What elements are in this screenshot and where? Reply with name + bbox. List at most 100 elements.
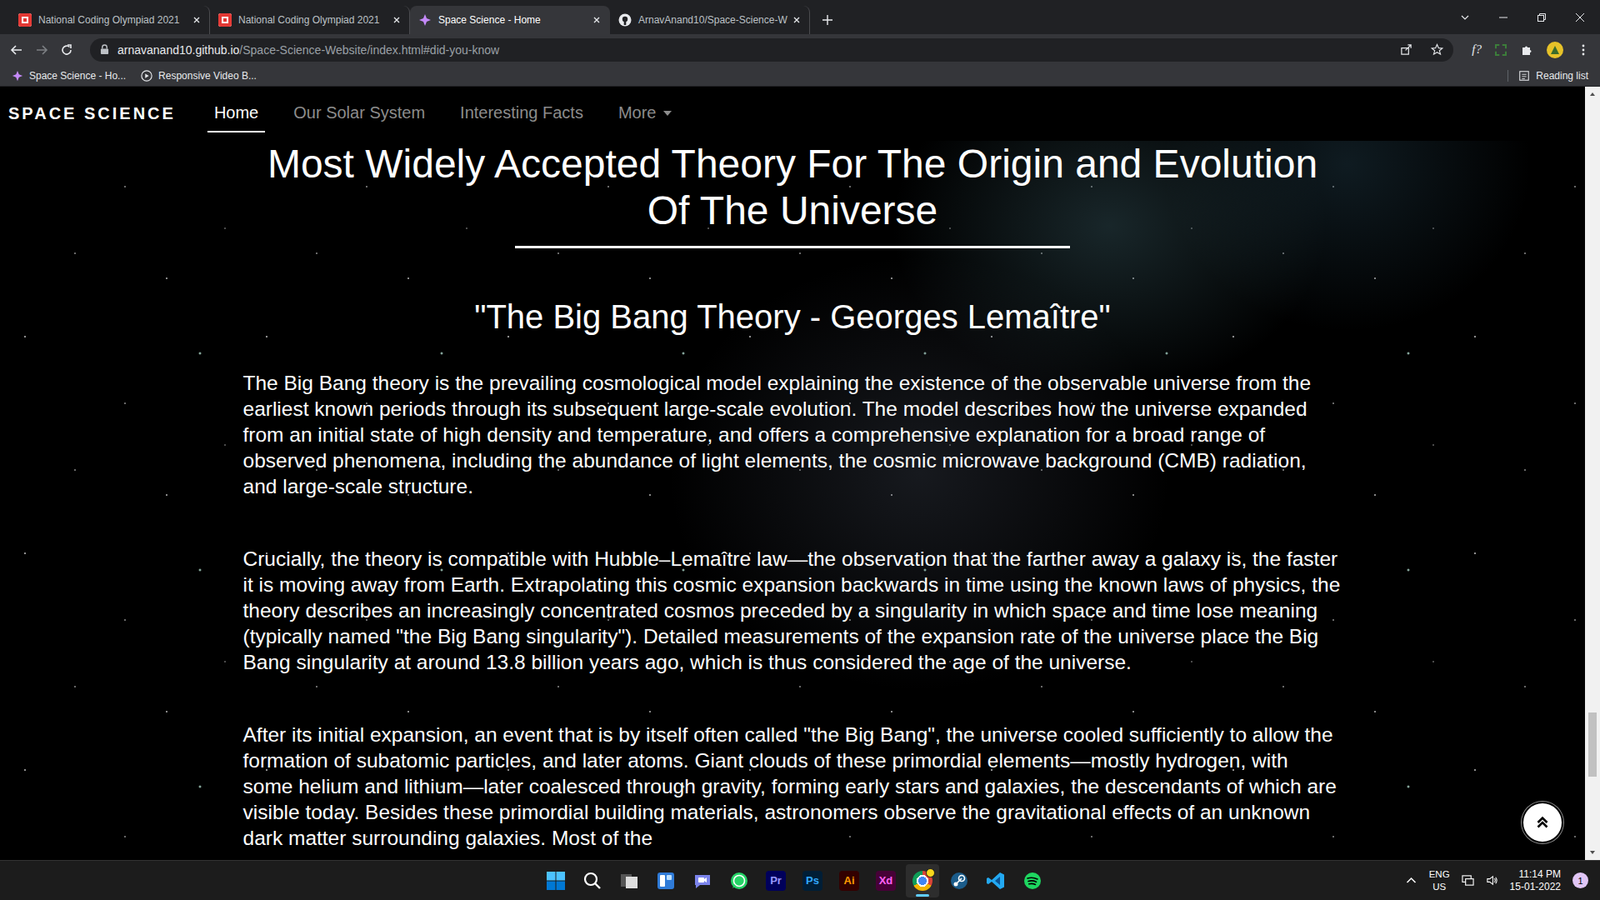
scroll-up-icon[interactable] [1588, 90, 1597, 99]
caret-icon [663, 110, 672, 116]
adobe-app-icon: Ps [802, 870, 823, 891]
close-icon[interactable] [592, 15, 601, 25]
adobe-app-icon: Pr [765, 870, 786, 891]
taskbar-app[interactable]: Xd [869, 864, 903, 898]
taskbar-app[interactable] [1015, 864, 1050, 898]
paragraph: Crucially, the theory is compatible with… [243, 545, 1343, 675]
taskbar-app[interactable] [649, 864, 683, 898]
scrollbar-thumb[interactable] [1588, 712, 1597, 777]
volume-icon[interactable] [1485, 874, 1499, 887]
puzzle-icon[interactable] [1520, 43, 1534, 57]
taskbar-app[interactable] [612, 864, 646, 898]
vscode-icon [985, 870, 1006, 891]
back-arrow-icon[interactable] [10, 43, 24, 57]
new-tab-icon[interactable] [821, 14, 834, 26]
tab-title: ArnavAnand10/Space-Science-W [638, 14, 786, 26]
theory-title: "The Big Bang Theory - Georges Lemaître" [474, 296, 1111, 337]
nav-link[interactable]: Home [207, 95, 265, 133]
close-window-icon[interactable] [1575, 12, 1585, 23]
scroll-to-top-button[interactable] [1521, 801, 1564, 844]
reading-list-label: Reading list [1535, 70, 1589, 82]
input-language[interactable]: ENGUS [1429, 868, 1450, 894]
chrome-icon [912, 870, 933, 891]
taskbar-app[interactable] [685, 864, 720, 898]
screen: National Coding Olympiad 2021 National Co… [0, 0, 1600, 900]
menu-dots-icon[interactable] [1576, 43, 1590, 57]
minimize-icon[interactable] [1498, 12, 1509, 23]
paragraph: After its initial expansion, an event th… [243, 721, 1343, 851]
scrollbar-track [1585, 101, 1600, 845]
tab-search-icon[interactable] [1460, 12, 1470, 23]
nav-link[interactable]: Our Solar System [286, 95, 432, 133]
steam-icon [949, 870, 970, 891]
network-icon[interactable] [1461, 874, 1475, 887]
taskbar-app[interactable]: Ps [795, 864, 830, 898]
taskbar-app[interactable] [942, 864, 976, 898]
forward-arrow-icon[interactable] [35, 43, 49, 57]
scroll-down-icon[interactable] [1588, 848, 1597, 857]
adobe-app-icon: Ai [839, 870, 860, 891]
tab-title: National Coding Olympiad 2021 [38, 14, 186, 26]
reading-list-icon [1518, 70, 1530, 82]
widgets-icon [655, 870, 676, 891]
taskbar-apps: Pr Ps Ai Xd [539, 864, 1050, 898]
close-icon[interactable] [192, 15, 201, 25]
reading-list[interactable]: Reading list [1507, 70, 1589, 82]
bookmark-label: Space Science - Ho... [29, 70, 126, 82]
taskbar-app[interactable] [539, 864, 573, 898]
browser-tab[interactable]: National Coding Olympiad 2021 [210, 5, 410, 35]
heading-underline [515, 245, 1070, 249]
extension-button[interactable]: f? [1471, 42, 1482, 57]
extension-icon[interactable] [1495, 44, 1507, 56]
taskbar-app[interactable] [722, 864, 756, 898]
brand-logo[interactable]: SPACE SCIENCE [8, 104, 176, 124]
active-indicator [915, 894, 930, 897]
reload-icon[interactable] [60, 43, 74, 57]
toolbar: arnavanand10.github.io/Space-Science-Web… [0, 34, 1600, 65]
notification-badge[interactable]: 1 [1572, 872, 1589, 889]
browser-tab[interactable]: National Coding Olympiad 2021 [10, 5, 210, 35]
content: Most Widely Accepted Theory For The Orig… [0, 140, 1585, 860]
url-text: arnavanand10.github.io/Space-Science-Web… [117, 43, 1382, 57]
browser-tab[interactable]: ArnavAnand10/Space-Science-W [610, 5, 810, 35]
bookmark-star-icon[interactable] [1430, 43, 1444, 56]
taskbar-app[interactable] [979, 864, 1013, 898]
share-icon[interactable] [1400, 43, 1413, 56]
bookmark[interactable]: Space Science - Ho... [11, 70, 126, 82]
restore-icon[interactable] [1536, 12, 1547, 23]
double-chevron-up-icon [1533, 813, 1552, 832]
taskbar-app[interactable] [575, 864, 610, 898]
taskbar-app[interactable]: Ai [832, 864, 866, 898]
browser-tab[interactable]: Space Science - Home [410, 5, 610, 35]
tab-title: Space Science - Home [438, 14, 586, 26]
address-bar[interactable]: arnavanand10.github.io/Space-Science-Web… [90, 38, 1454, 62]
space-icon [418, 13, 432, 27]
page: SPACE SCIENCE Home Our Solar System Interes… [0, 86, 1585, 860]
whatsapp-icon [729, 870, 750, 891]
nav-link[interactable]: Interesting Facts [453, 95, 590, 133]
olympiad-icon [18, 13, 32, 27]
adobe-app-icon: Xd [875, 870, 896, 891]
navbar: SPACE SCIENCE Home Our Solar System Interes… [0, 86, 1585, 141]
close-icon[interactable] [792, 15, 801, 25]
show-hidden-icon[interactable] [1405, 874, 1418, 887]
scrollbar[interactable] [1585, 86, 1600, 860]
nav-link[interactable]: More [611, 95, 679, 133]
taskbar-app[interactable] [905, 864, 940, 898]
clock[interactable]: 11:14 PM15-01-2022 [1510, 868, 1561, 894]
profile-avatar-icon[interactable] [1546, 41, 1564, 59]
taskbar-app[interactable]: Pr [759, 864, 793, 898]
paragraph: The Big Bang theory is the prevailing co… [243, 370, 1343, 500]
system-tray: ENGUS 11:14 PM15-01-2022 1 [1049, 868, 1600, 894]
bookmark[interactable]: Responsive Video B... [140, 70, 257, 82]
bookmarks-bar: Space Science - Ho... Responsive Video B.… [0, 65, 1600, 87]
space-icon [11, 70, 24, 82]
close-icon[interactable] [392, 15, 401, 25]
lock-icon[interactable] [100, 44, 110, 55]
window-controls [1460, 0, 1600, 35]
chat-icon [692, 870, 713, 891]
windows-logo-icon [545, 870, 566, 891]
spotify-icon [1022, 870, 1043, 891]
web-page: SPACE SCIENCE Home Our Solar System Interes… [0, 86, 1600, 860]
tab-list: National Coding Olympiad 2021 National Co… [0, 0, 1460, 35]
